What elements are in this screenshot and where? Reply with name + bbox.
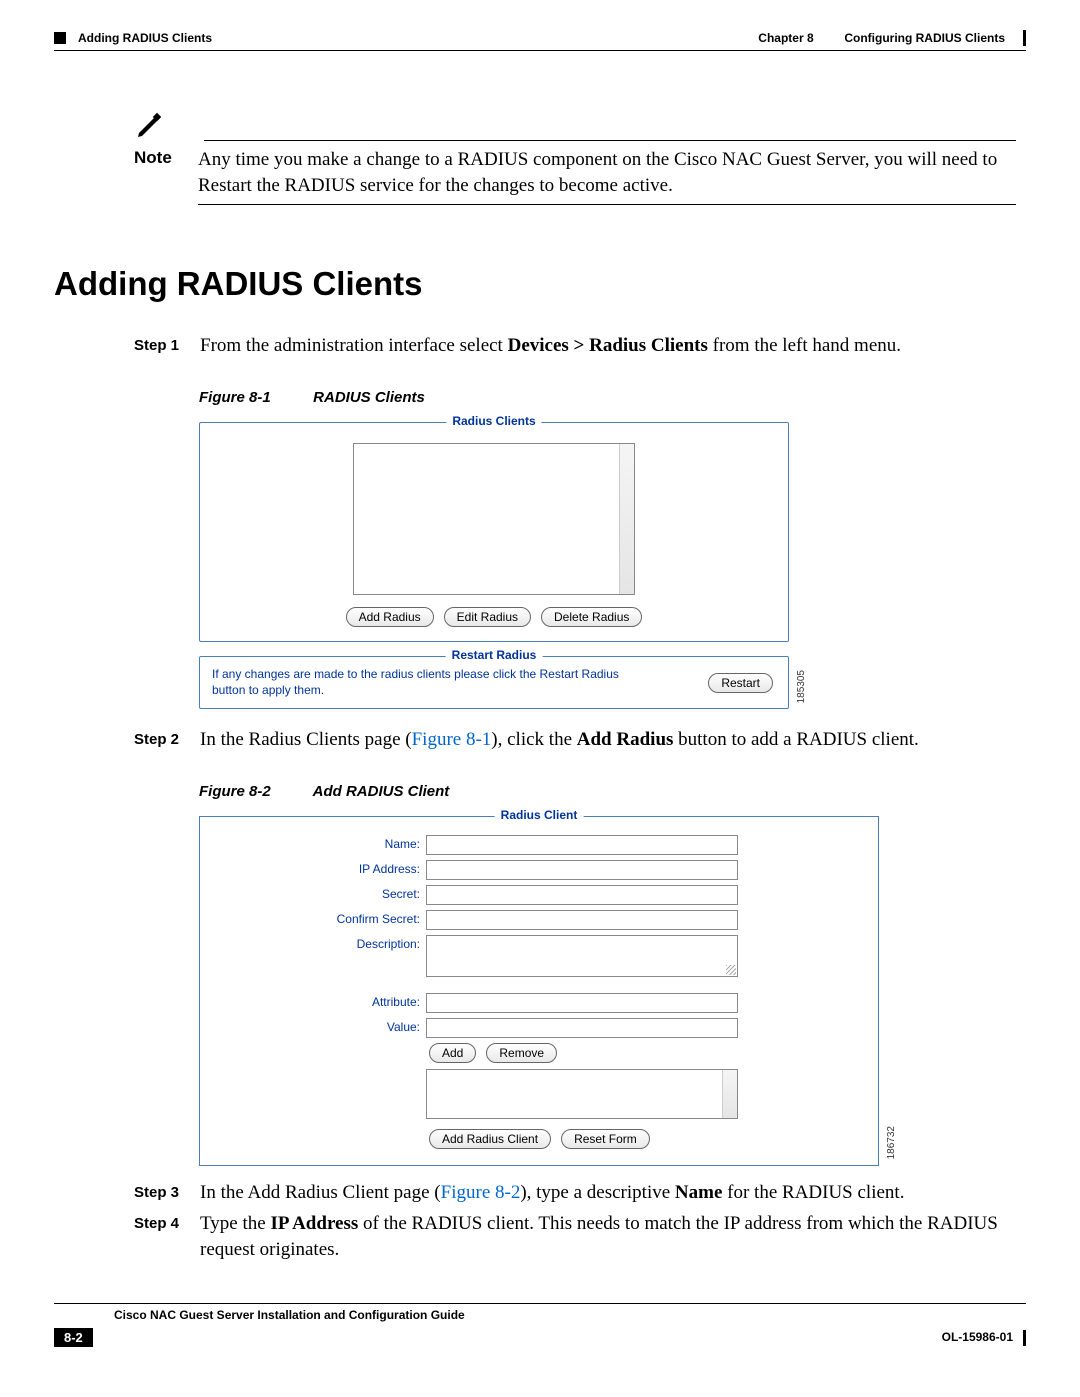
section-title: Adding RADIUS Clients <box>54 265 1026 303</box>
step-3-figlink[interactable]: Figure 8-2 <box>441 1182 521 1203</box>
header-marker-left <box>54 32 66 44</box>
restart-radius-legend: Restart Radius <box>446 648 543 662</box>
figure-1-caption: Figure 8-1 RADIUS Clients <box>199 389 1026 406</box>
description-textarea[interactable] <box>426 935 738 977</box>
confirm-secret-label: Confirm Secret: <box>220 910 426 926</box>
step-2-post: button to add a RADIUS client. <box>673 729 918 750</box>
footer-guide-title: Cisco NAC Guest Server Installation and … <box>114 1308 1026 1322</box>
step-1-bold: Devices > Radius Clients <box>508 335 708 356</box>
header-chapter-title: Configuring RADIUS Clients <box>844 31 1005 45</box>
figure-2: Radius Client Name: IP Address: Secret: … <box>199 816 879 1166</box>
attribute-input[interactable] <box>426 993 738 1013</box>
add-radius-client-button[interactable]: Add Radius Client <box>429 1129 551 1149</box>
step-4: Step 4 Type the IP Address of the RADIUS… <box>134 1211 1026 1262</box>
figure-2-caption: Figure 8-2 Add RADIUS Client <box>199 783 1026 800</box>
running-header: Adding RADIUS Clients Chapter 8 Configur… <box>54 30 1026 46</box>
step-3: Step 3 In the Add Radius Client page (Fi… <box>134 1180 1026 1206</box>
radius-clients-fieldset: Radius Clients Add Radius Edit Radius De… <box>199 422 789 642</box>
value-label: Value: <box>220 1018 426 1034</box>
figure-1-idnum: 185305 <box>796 670 807 703</box>
delete-radius-button[interactable]: Delete Radius <box>541 607 642 627</box>
step-2-mid: ), click the <box>491 729 576 750</box>
confirm-secret-input[interactable] <box>426 910 738 930</box>
pencil-note-icon <box>134 111 164 141</box>
restart-radius-fieldset: Restart Radius If any changes are made t… <box>199 656 789 709</box>
note-block: Note Any time you make a change to a RAD… <box>134 111 1016 205</box>
step-4-bold: IP Address <box>270 1213 358 1234</box>
resize-grip-icon[interactable] <box>726 965 736 975</box>
add-radius-button[interactable]: Add Radius <box>346 607 434 627</box>
header-chapter-ref: Chapter 8 <box>758 31 813 45</box>
figure-2-idnum: 186732 <box>886 1126 897 1159</box>
name-label: Name: <box>220 835 426 851</box>
attribute-listbox-scrollbar[interactable] <box>722 1070 737 1118</box>
radius-client-legend: Radius Client <box>495 808 584 822</box>
header-bar-right <box>1023 30 1026 46</box>
figure-2-id: Figure 8-2 <box>199 783 309 800</box>
note-text: Any time you make a change to a RADIUS c… <box>198 147 1016 198</box>
page-number: 8-2 <box>54 1328 93 1347</box>
header-section-left: Adding RADIUS Clients <box>78 31 212 45</box>
attribute-listbox[interactable] <box>426 1069 738 1119</box>
radius-clients-legend: Radius Clients <box>446 414 541 428</box>
note-label: Note <box>134 147 198 198</box>
step-3-pre: In the Add Radius Client page ( <box>200 1182 441 1203</box>
attribute-label: Attribute: <box>220 993 426 1009</box>
figure-1-title: RADIUS Clients <box>313 389 425 406</box>
figure-1: Radius Clients Add Radius Edit Radius De… <box>199 422 789 709</box>
step-4-pre: Type the <box>200 1213 270 1234</box>
step-2-bold: Add Radius <box>577 729 674 750</box>
step-3-bold: Name <box>675 1182 722 1203</box>
step-1: Step 1 From the administration interface… <box>134 333 1026 359</box>
edit-radius-button[interactable]: Edit Radius <box>444 607 531 627</box>
reset-form-button[interactable]: Reset Form <box>561 1129 650 1149</box>
ip-input[interactable] <box>426 860 738 880</box>
secret-label: Secret: <box>220 885 426 901</box>
step-2-pre: In the Radius Clients page ( <box>200 729 412 750</box>
step-1-post: from the left hand menu. <box>708 335 901 356</box>
ip-label: IP Address: <box>220 860 426 876</box>
listbox-scrollbar[interactable] <box>619 444 634 594</box>
step-4-label: Step 4 <box>134 1211 200 1262</box>
radius-client-fieldset: Radius Client Name: IP Address: Secret: … <box>199 816 879 1166</box>
add-button[interactable]: Add <box>429 1043 476 1063</box>
name-input[interactable] <box>426 835 738 855</box>
figure-2-title: Add RADIUS Client <box>313 783 450 800</box>
value-input[interactable] <box>426 1018 738 1038</box>
step-3-post: for the RADIUS client. <box>722 1182 904 1203</box>
header-rule <box>54 50 1026 51</box>
description-label: Description: <box>220 935 426 951</box>
step-3-mid: ), type a descriptive <box>520 1182 675 1203</box>
radius-clients-listbox[interactable] <box>353 443 635 595</box>
restart-button[interactable]: Restart <box>708 673 773 693</box>
step-1-pre: From the administration interface select <box>200 335 508 356</box>
figure-1-id: Figure 8-1 <box>199 389 309 406</box>
secret-input[interactable] <box>426 885 738 905</box>
step-2: Step 2 In the Radius Clients page (Figur… <box>134 727 1026 753</box>
step-2-label: Step 2 <box>134 727 200 753</box>
footer-bar <box>1023 1330 1026 1346</box>
step-2-figlink[interactable]: Figure 8-1 <box>412 729 492 750</box>
remove-button[interactable]: Remove <box>486 1043 557 1063</box>
page-footer: Cisco NAC Guest Server Installation and … <box>54 1303 1026 1347</box>
doc-id: OL-15986-01 <box>942 1330 1013 1344</box>
restart-radius-text: If any changes are made to the radius cl… <box>212 667 632 698</box>
step-3-label: Step 3 <box>134 1180 200 1206</box>
step-1-label: Step 1 <box>134 333 200 359</box>
